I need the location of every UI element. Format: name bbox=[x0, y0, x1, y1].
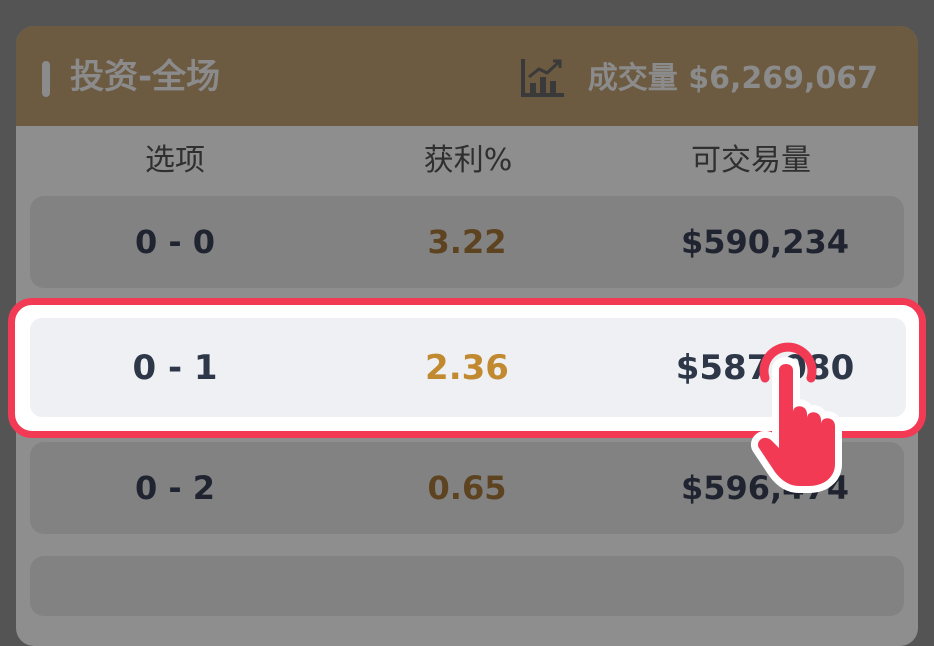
card-title: 投资-全场 bbox=[70, 57, 221, 97]
row-volume: $590,234 bbox=[680, 223, 850, 261]
table-row[interactable]: 0 - 0 3.22 $590,234 bbox=[30, 196, 904, 288]
row-profit: 3.22 bbox=[427, 223, 507, 261]
chart-icon bbox=[521, 59, 564, 97]
row-option: 0 - 2 bbox=[134, 469, 216, 507]
card-header: 投资-全场 成交量 $6,269,067 bbox=[16, 26, 918, 126]
column-header-option: 选项 bbox=[145, 143, 205, 178]
header-accent-bar bbox=[42, 61, 50, 97]
column-header-profit: 获利% bbox=[423, 143, 513, 178]
row-option: 0 - 1 bbox=[132, 347, 218, 388]
next-row-partial bbox=[30, 556, 904, 616]
row-option: 0 - 0 bbox=[134, 223, 216, 261]
tap-hand-icon bbox=[751, 342, 842, 493]
row-profit: 0.65 bbox=[427, 469, 507, 507]
column-header-volume: 可交易量 bbox=[691, 143, 811, 178]
row-profit: 2.36 bbox=[425, 347, 509, 388]
total-volume: 成交量 $6,269,067 bbox=[587, 61, 878, 96]
